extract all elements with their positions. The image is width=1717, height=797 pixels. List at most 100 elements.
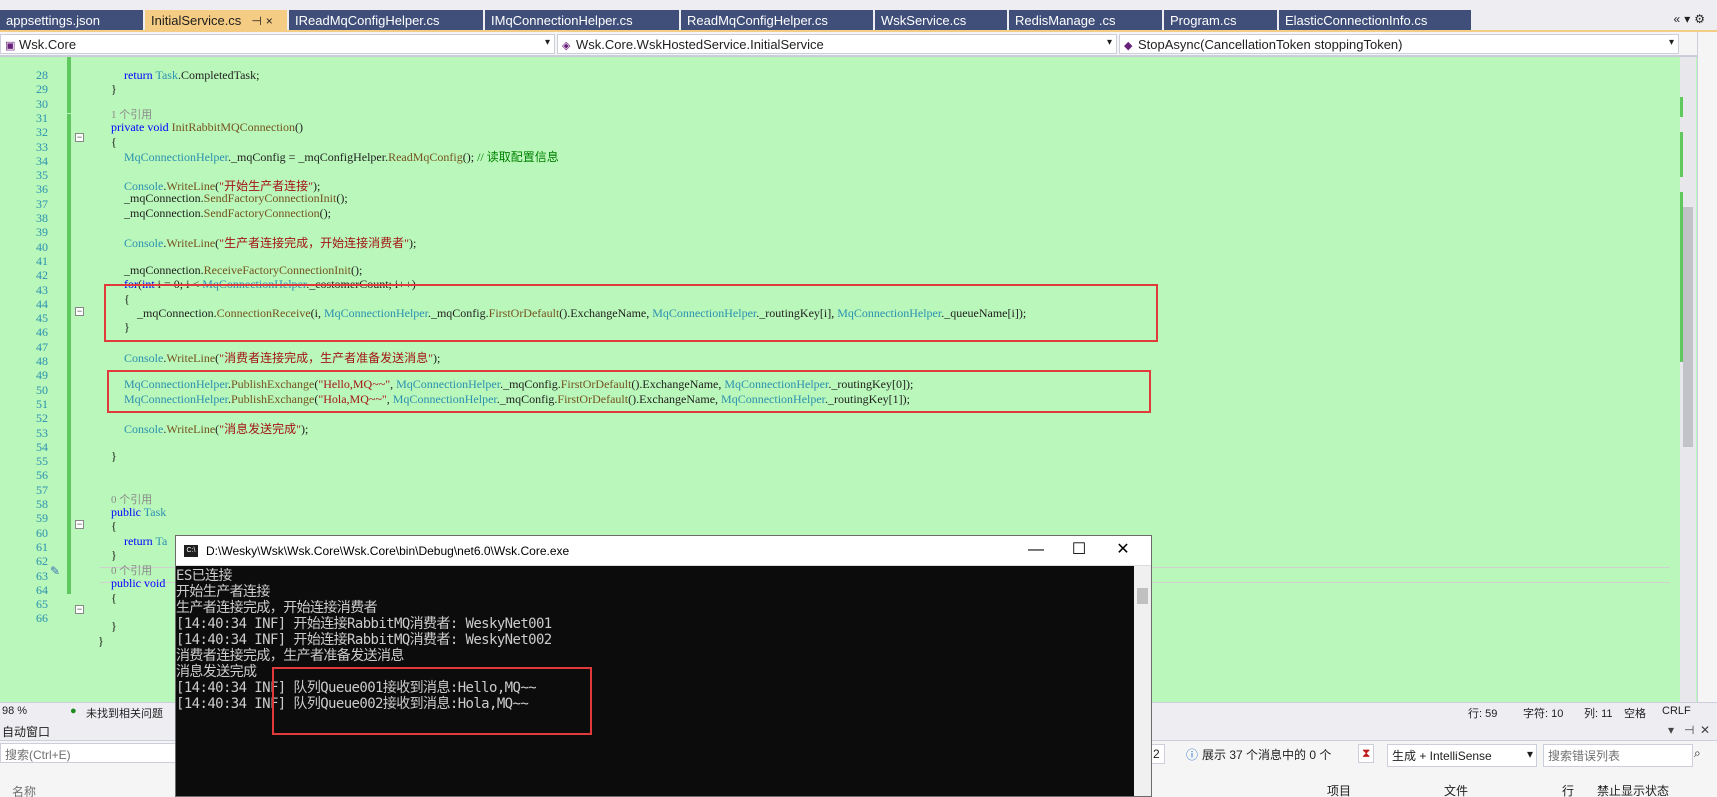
- check-icon: ●: [70, 705, 77, 717]
- dropdown-icon[interactable]: ▾: [1684, 12, 1694, 26]
- column-header-line[interactable]: 行: [1562, 782, 1574, 797]
- fold-toggle[interactable]: −: [75, 133, 84, 142]
- tab-overflow-controls[interactable]: «▾⚙: [1674, 12, 1709, 26]
- zoom-level[interactable]: 98 %: [2, 705, 27, 717]
- line-number: 38: [36, 211, 48, 225]
- scroll-tabs-icon[interactable]: «: [1674, 12, 1685, 26]
- column-header-file[interactable]: 文件: [1444, 782, 1468, 797]
- console-scrollbar[interactable]: [1134, 566, 1151, 796]
- tab-ireadmqconfighelper[interactable]: IReadMqConfigHelper.cs: [289, 10, 483, 30]
- tab-label: RedisManage .cs: [1015, 13, 1116, 28]
- tab-label: appsettings.json: [6, 13, 100, 28]
- search-icon[interactable]: ⌕: [1694, 746, 1701, 761]
- error-count-label: 2: [1153, 747, 1160, 761]
- project-label: Wsk.Core: [19, 37, 77, 52]
- change-margin-marker: [67, 57, 71, 113]
- chevron-down-icon: ▾: [1526, 747, 1533, 761]
- line-number: 51: [36, 396, 48, 411]
- code-line-42: _mqConnection.ReceiveFactoryConnectionIn…: [124, 263, 363, 277]
- char-indicator[interactable]: 字符: 10: [1523, 705, 1563, 721]
- tab-program[interactable]: Program.cs: [1164, 10, 1277, 30]
- close-button[interactable]: ✕: [1103, 540, 1143, 562]
- spacing-indicator[interactable]: 空格: [1624, 705, 1646, 721]
- code-line-32: private void InitRabbitMQConnection(): [111, 120, 303, 134]
- scroll-thumb[interactable]: [1683, 207, 1693, 447]
- code-line-48: Console.WriteLine("消费者连接完成，生产者准备发送消息");: [124, 351, 441, 365]
- settings-icon[interactable]: ⚙: [1694, 12, 1709, 26]
- project-dropdown[interactable]: ▣ Wsk.Core ▾: [0, 34, 555, 54]
- column-header-project[interactable]: 项目: [1327, 782, 1351, 797]
- tab-imqconnectionhelper[interactable]: IMqConnectionHelper.cs: [485, 10, 679, 30]
- eol-indicator[interactable]: CRLF: [1662, 705, 1691, 717]
- line-number: 34: [36, 153, 48, 168]
- dropdown-icon[interactable]: ▾: [1668, 723, 1674, 737]
- tab-initialservice[interactable]: InitialService.cs ⊣ ×: [145, 10, 287, 30]
- code-line-65: }: [111, 619, 117, 633]
- tab-wskservice[interactable]: WskService.cs: [875, 10, 1007, 30]
- line-number: 35: [36, 168, 48, 183]
- member-dropdown[interactable]: ◆ StopAsync(CancellationToken stoppingTok…: [1119, 34, 1679, 54]
- tab-label: IMqConnectionHelper.cs: [491, 13, 633, 28]
- tab-redismanage[interactable]: RedisManage .cs: [1009, 10, 1162, 30]
- line-number: 40: [36, 239, 48, 254]
- line-number: 50: [36, 382, 48, 397]
- change-marker: [1680, 132, 1683, 177]
- tab-label: InitialService.cs: [151, 13, 242, 28]
- col-indicator[interactable]: 列: 11: [1584, 705, 1613, 721]
- line-number: 41: [36, 253, 48, 268]
- edit-pencil-icon: ✎: [50, 564, 61, 578]
- line-number: 45: [36, 311, 48, 326]
- line-number: 31: [36, 110, 48, 125]
- change-marker: [1680, 97, 1683, 117]
- class-label: Wsk.Core.WskHostedService.InitialService: [576, 37, 824, 52]
- filter-icon[interactable]: ⧗: [1358, 744, 1375, 763]
- pin-icon[interactable]: ⊣: [1684, 723, 1694, 737]
- line-number: 42: [36, 268, 48, 283]
- line-number: 61: [36, 539, 48, 554]
- chevron-down-icon: ▾: [1106, 37, 1112, 48]
- column-header-suppress[interactable]: 禁止显示状态: [1597, 782, 1669, 797]
- console-line: ES已连接: [176, 568, 232, 584]
- tab-readmqconfighelper[interactable]: ReadMqConfigHelper.cs: [681, 10, 873, 30]
- build-filter-dropdown[interactable]: 生成 + IntelliSense ▾: [1387, 744, 1537, 767]
- code-line-60: return Ta: [124, 534, 168, 548]
- close-icon[interactable]: ×: [266, 14, 273, 28]
- editor-vertical-scrollbar[interactable]: [1680, 57, 1696, 702]
- highlight-box-received: [272, 667, 592, 735]
- line-indicator[interactable]: 行: 59: [1468, 705, 1497, 721]
- close-icon[interactable]: ✕: [1700, 723, 1710, 737]
- code-line-40: Console.WriteLine("生产者连接完成，开始连接消费者");: [124, 236, 417, 250]
- messages-filter[interactable]: 展示 37 个消息中的 0 个: [1202, 746, 1331, 763]
- fold-toggle[interactable]: −: [75, 520, 84, 529]
- console-line: 开始生产者连接: [176, 584, 270, 600]
- autos-title: 自动窗口: [2, 725, 51, 739]
- console-title-bar[interactable]: C:\ D:\Wesky\Wsk\Wsk.Core\Wsk.Core\bin\D…: [176, 536, 1151, 566]
- fold-toggle[interactable]: −: [75, 307, 84, 316]
- line-number: 59: [36, 511, 48, 526]
- code-line-58: public Task: [111, 505, 167, 519]
- pin-icon[interactable]: ⊣: [251, 14, 261, 28]
- minimize-button[interactable]: —: [1016, 540, 1056, 562]
- line-number: 58: [36, 497, 48, 511]
- line-number: 36: [36, 182, 48, 197]
- fold-toggle[interactable]: −: [75, 605, 84, 614]
- column-header-name[interactable]: 名称: [12, 783, 36, 797]
- line-number: 57: [36, 482, 48, 497]
- scroll-thumb[interactable]: [1137, 588, 1148, 604]
- line-number: 47: [36, 339, 48, 354]
- line-number: 60: [36, 525, 48, 540]
- console-app-icon: C:\: [184, 545, 198, 557]
- tab-label: ReadMqConfigHelper.cs: [687, 13, 828, 28]
- maximize-button[interactable]: ☐: [1059, 540, 1099, 562]
- console-window[interactable]: C:\ D:\Wesky\Wsk\Wsk.Core\Wsk.Core\bin\D…: [175, 535, 1152, 797]
- code-line-33: {: [111, 135, 117, 149]
- line-number: 32: [36, 125, 48, 140]
- search-errors-input[interactable]: 搜索错误列表: [1543, 744, 1693, 767]
- tab-label: Program.cs: [1170, 13, 1237, 28]
- line-number: 52: [36, 411, 48, 426]
- tab-elasticconnectioninfo[interactable]: ElasticConnectionInfo.cs: [1279, 10, 1471, 30]
- class-dropdown[interactable]: ◈ Wsk.Core.WskHostedService.InitialServic…: [557, 34, 1117, 54]
- issues-status[interactable]: 未找到相关问题: [86, 705, 163, 721]
- line-number: 43: [36, 282, 48, 297]
- tab-appsettings[interactable]: appsettings.json: [0, 10, 143, 30]
